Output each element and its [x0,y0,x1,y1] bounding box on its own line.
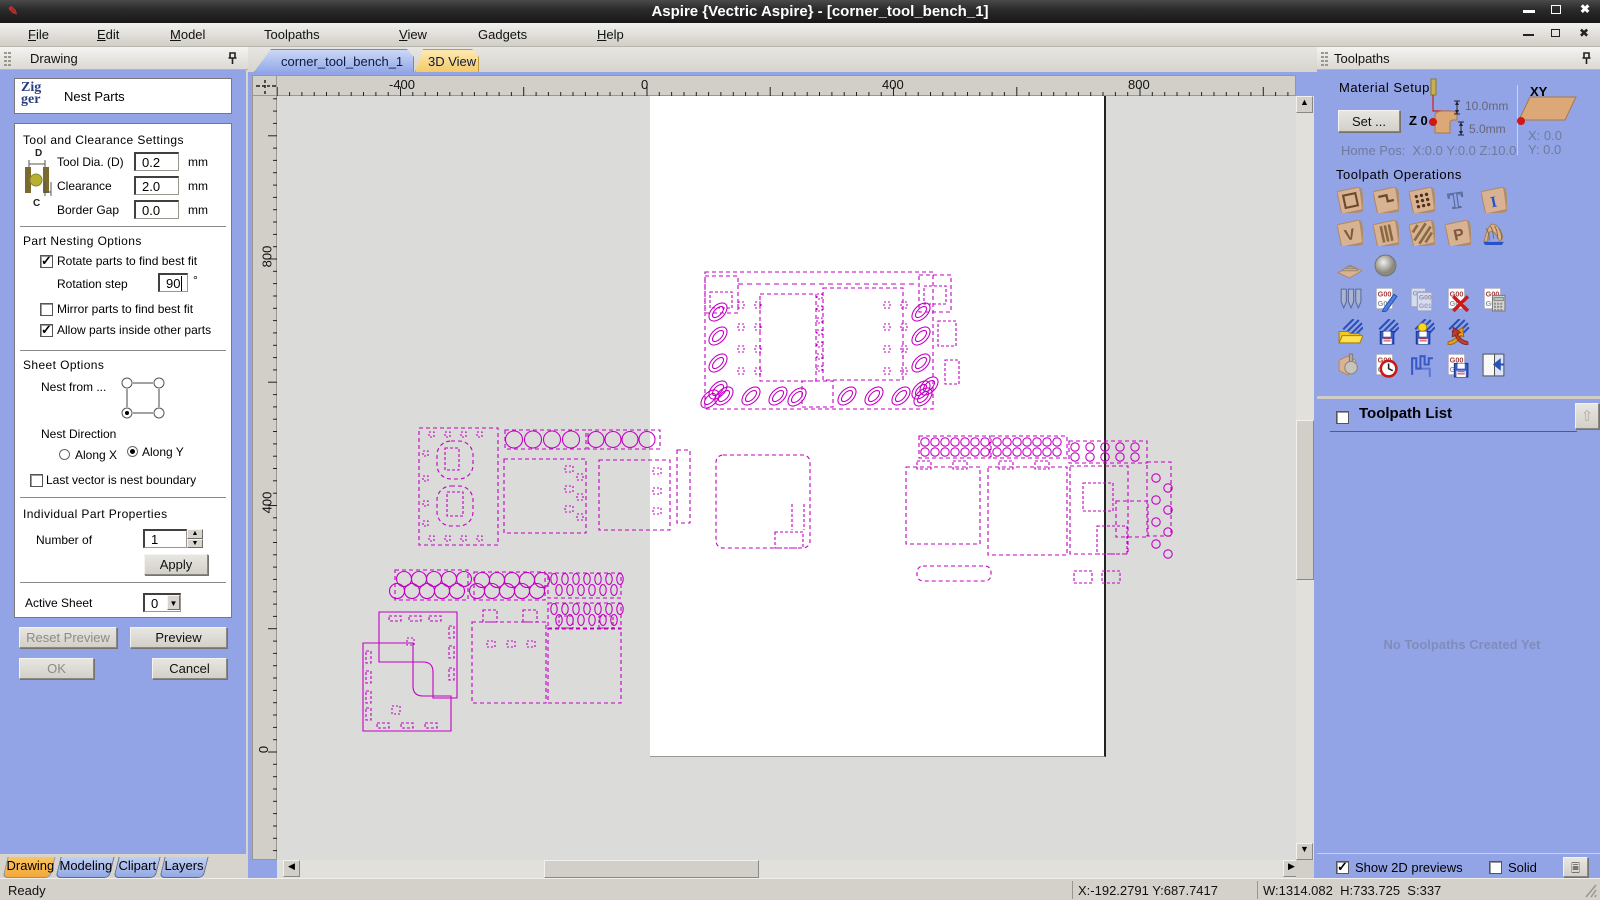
svg-text:T: T [1447,187,1466,213]
svg-text:C: C [33,198,40,208]
svg-text:G00: G00 [1378,289,1392,298]
svg-text:G01: G01 [1419,303,1432,310]
svg-text:10.0mm: 10.0mm [1465,99,1508,113]
svg-text:G00: G00 [1419,295,1432,302]
svg-text:G00: G00 [1450,289,1464,298]
svg-text:5.0mm: 5.0mm [1469,122,1506,136]
svg-text:D: D [35,148,42,159]
